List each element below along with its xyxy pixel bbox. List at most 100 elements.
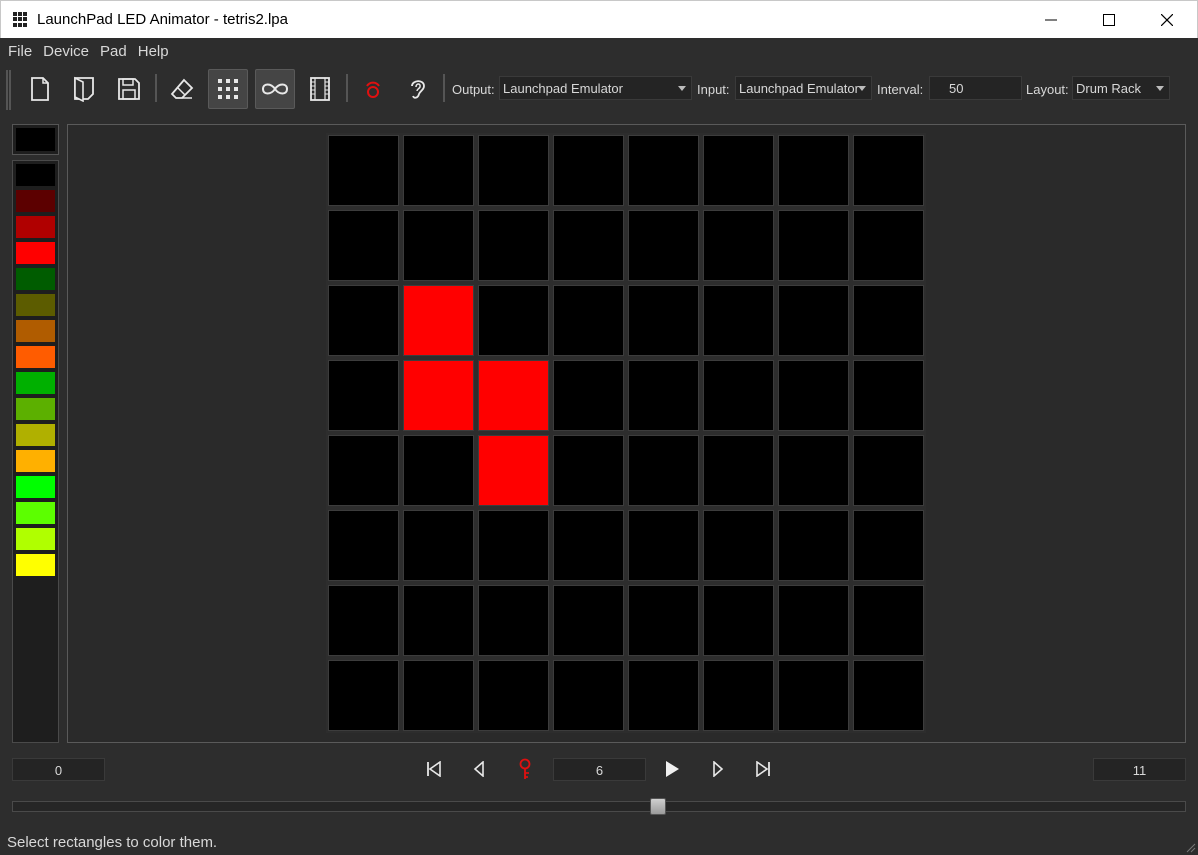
pad-button[interactable] [553, 585, 624, 656]
pad-button[interactable] [703, 435, 774, 506]
palette-swatch[interactable] [16, 190, 55, 212]
pad-button[interactable] [703, 210, 774, 281]
listen-button[interactable] [398, 69, 438, 109]
end-frame-field[interactable]: 11 [1093, 758, 1186, 781]
pad-button[interactable] [628, 435, 699, 506]
pad-button[interactable] [778, 285, 849, 356]
frames-button[interactable] [300, 69, 340, 109]
eraser-button[interactable] [162, 69, 202, 109]
palette-swatch[interactable] [16, 450, 55, 472]
pad-button[interactable] [778, 435, 849, 506]
pad-button[interactable] [853, 135, 924, 206]
palette-swatch[interactable] [16, 164, 55, 186]
palette-swatch[interactable] [16, 528, 55, 550]
pad-button[interactable] [628, 585, 699, 656]
pad-button[interactable] [778, 585, 849, 656]
output-select[interactable]: Launchpad Emulator [499, 76, 692, 100]
pad-button[interactable] [553, 360, 624, 431]
pad-button[interactable] [478, 360, 549, 431]
step-back-button[interactable] [467, 757, 491, 781]
pad-button[interactable] [778, 360, 849, 431]
palette-swatch[interactable] [16, 268, 55, 290]
pad-button[interactable] [853, 435, 924, 506]
skip-to-start-button[interactable] [422, 757, 446, 781]
interval-input[interactable]: 50 [929, 76, 1022, 100]
resize-grip-icon[interactable] [1184, 841, 1196, 853]
start-frame-field[interactable]: 0 [12, 758, 105, 781]
keyframe-button[interactable] [513, 757, 537, 781]
pad-button[interactable] [628, 285, 699, 356]
close-button[interactable] [1138, 1, 1196, 39]
palette-swatch[interactable] [16, 320, 55, 342]
save-button[interactable] [109, 69, 149, 109]
palette-swatch[interactable] [16, 346, 55, 368]
pad-button[interactable] [703, 360, 774, 431]
pad-button[interactable] [403, 360, 474, 431]
pad-button[interactable] [328, 135, 399, 206]
pad-button[interactable] [328, 360, 399, 431]
play-button[interactable] [660, 757, 684, 781]
pad-button[interactable] [478, 660, 549, 731]
pad-button[interactable] [403, 510, 474, 581]
pad-button[interactable] [403, 135, 474, 206]
palette-swatch[interactable] [16, 372, 55, 394]
pad-button[interactable] [403, 435, 474, 506]
pad-button[interactable] [403, 585, 474, 656]
pad-button[interactable] [478, 285, 549, 356]
pad-button[interactable] [553, 660, 624, 731]
loop-button[interactable] [255, 69, 295, 109]
minimize-button[interactable] [1022, 1, 1080, 39]
menu-device[interactable]: Device [39, 38, 93, 64]
pad-button[interactable] [853, 585, 924, 656]
pad-button[interactable] [853, 360, 924, 431]
pad-button[interactable] [478, 510, 549, 581]
pad-button[interactable] [553, 285, 624, 356]
pad-button[interactable] [778, 135, 849, 206]
palette-swatch[interactable] [16, 476, 55, 498]
palette-swatch[interactable] [16, 294, 55, 316]
timeline-slider-handle[interactable] [650, 798, 666, 815]
menu-pad[interactable]: Pad [96, 38, 131, 64]
input-select[interactable]: Launchpad Emulator [735, 76, 872, 100]
open-file-button[interactable] [64, 69, 104, 109]
grid-mode-button[interactable] [208, 69, 248, 109]
pad-button[interactable] [403, 285, 474, 356]
pad-button[interactable] [778, 510, 849, 581]
palette-swatch[interactable] [16, 216, 55, 238]
pad-button[interactable] [628, 660, 699, 731]
pad-button[interactable] [703, 660, 774, 731]
palette-swatch[interactable] [16, 554, 55, 576]
palette-swatch[interactable] [16, 502, 55, 524]
pad-button[interactable] [478, 210, 549, 281]
pad-button[interactable] [778, 210, 849, 281]
layout-select[interactable]: Drum Rack [1072, 76, 1170, 100]
pad-button[interactable] [328, 210, 399, 281]
toolbar-grip[interactable] [6, 70, 11, 110]
maximize-button[interactable] [1080, 1, 1138, 39]
pad-button[interactable] [328, 285, 399, 356]
pad-button[interactable] [628, 510, 699, 581]
step-forward-button[interactable] [706, 757, 730, 781]
pad-button[interactable] [553, 210, 624, 281]
pad-button[interactable] [703, 585, 774, 656]
current-frame-field[interactable]: 6 [553, 758, 646, 781]
pad-button[interactable] [628, 360, 699, 431]
pad-button[interactable] [328, 435, 399, 506]
pad-button[interactable] [628, 135, 699, 206]
pad-button[interactable] [403, 660, 474, 731]
menu-help[interactable]: Help [134, 38, 173, 64]
pad-button[interactable] [328, 510, 399, 581]
pad-button[interactable] [478, 585, 549, 656]
pad-button[interactable] [853, 660, 924, 731]
pad-button[interactable] [478, 435, 549, 506]
record-button[interactable] [353, 69, 393, 109]
pad-button[interactable] [853, 285, 924, 356]
menu-file[interactable]: File [4, 38, 36, 64]
pad-button[interactable] [703, 135, 774, 206]
pad-button[interactable] [703, 285, 774, 356]
pad-button[interactable] [853, 510, 924, 581]
timeline-slider-track[interactable] [12, 801, 1186, 812]
palette-swatch[interactable] [16, 242, 55, 264]
skip-to-end-button[interactable] [751, 757, 775, 781]
pad-button[interactable] [553, 135, 624, 206]
